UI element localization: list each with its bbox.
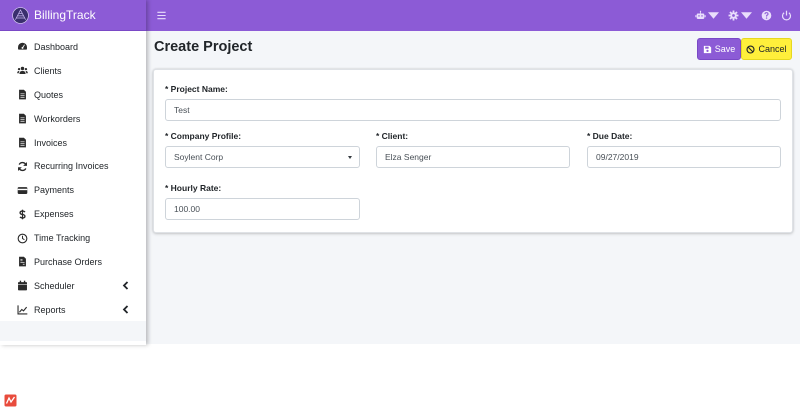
project-name-label: * Project Name: [165,84,228,94]
sidebar-item-recurring-invoices[interactable]: Recurring Invoices [0,154,146,178]
sidebar-footer [0,321,146,341]
sidebar-item-label: Purchase Orders [34,256,103,267]
sidebar-item-label: Dashboard [34,41,79,52]
dollar-icon [17,209,28,220]
sidebar-item-label: Time Tracking [34,233,91,244]
company-profile-select[interactable]: Soylent Corp [165,146,360,168]
sidebar-item-purchase-orders[interactable]: Purchase Orders [0,250,146,274]
sync-icon [17,161,28,172]
cancel-button[interactable]: Cancel [741,38,792,60]
gear-icon [728,10,739,21]
sidebar-item-payments[interactable]: Payments [0,178,146,202]
help-button[interactable] [761,10,772,21]
company-profile-label: * Company Profile: [165,131,242,141]
save-button[interactable]: Save [697,38,741,60]
sidebar-item-workorders[interactable]: Workorders [0,107,146,131]
robot-icon [695,10,706,19]
robot-dropdown-toggle[interactable] [695,10,719,21]
due-date-label: * Due Date: [587,131,633,141]
client-input[interactable]: Elza Senger [376,146,570,168]
sidebar-item-invoices[interactable]: Invoices [0,131,146,155]
sidebar-item-label: Expenses [34,209,74,220]
sidebar-item-scheduler[interactable]: Scheduler [0,274,146,298]
sidebar-item-label: Quotes [34,89,64,100]
chevron-left-icon [122,281,129,290]
menu-icon[interactable] [156,10,167,21]
file-text-icon [17,137,28,148]
topbar-actions [695,10,792,21]
sidebar-item-quotes[interactable]: Quotes [0,83,146,107]
file-invoice-icon [17,256,28,267]
sidebar-item-dashboard[interactable]: Dashboard [0,35,146,59]
save-button-label: Save [714,44,736,54]
brand-logo-icon [12,6,29,24]
sidebar-nav: Dashboard Clients Quotes Workorders Invo… [0,31,146,321]
project-name-input[interactable]: Test [165,99,781,121]
sidebar-item-label: Payments [34,185,75,196]
file-text-icon [17,113,28,124]
hourly-rate-input[interactable]: 100.00 [165,198,360,220]
sidebar-item-clients[interactable]: Clients [0,59,146,83]
sidebar-item-expenses[interactable]: Expenses [0,202,146,226]
caret-down-icon [741,12,752,19]
sidebar-item-time-tracking[interactable]: Time Tracking [0,226,146,250]
caret-down-icon [708,12,719,19]
brand-link[interactable]: BillingTrack [0,0,146,31]
brand-name: BillingTrack [34,8,96,22]
caret-down-icon [348,156,352,159]
hourly-rate-label: * Hourly Rate: [165,183,222,193]
project-form-card: * Project Name: Test * Company Profile: … [153,69,793,233]
settings-dropdown-toggle[interactable] [728,10,752,21]
logout-button[interactable] [781,10,792,21]
client-label: * Client: [376,131,409,141]
due-date-input[interactable]: 09/27/2019 [587,146,781,168]
ban-icon [746,44,756,54]
chart-line-icon [17,304,28,315]
users-icon [17,65,28,76]
clock-icon [17,233,28,244]
sidebar: BillingTrack Dashboard Clients Quotes Wo… [0,0,146,345]
save-icon [703,45,711,53]
sidebar-item-label: Recurring Invoices [34,161,109,172]
chevron-left-icon [122,305,129,314]
sidebar-item-label: Workorders [34,113,81,124]
sidebar-item-label: Invoices [34,137,68,148]
page-title: Create Project [154,39,253,55]
debugbar-icon[interactable] [4,394,17,407]
sidebar-item-label: Reports [34,304,66,315]
cancel-button-label: Cancel [758,44,787,54]
file-text-icon [17,89,28,100]
top-navbar [146,0,800,31]
power-icon [781,10,792,21]
sidebar-item-reports[interactable]: Reports [0,298,146,322]
sidebar-item-label: Scheduler [34,280,75,291]
main-content: Create Project Save Cancel * Project Nam… [146,31,800,344]
company-profile-value: Soylent Corp [174,152,224,162]
help-icon [761,10,772,21]
credit-card-icon [17,185,28,196]
calendar-icon [17,280,28,291]
sidebar-item-label: Clients [34,65,62,76]
tachometer-icon [17,41,28,52]
